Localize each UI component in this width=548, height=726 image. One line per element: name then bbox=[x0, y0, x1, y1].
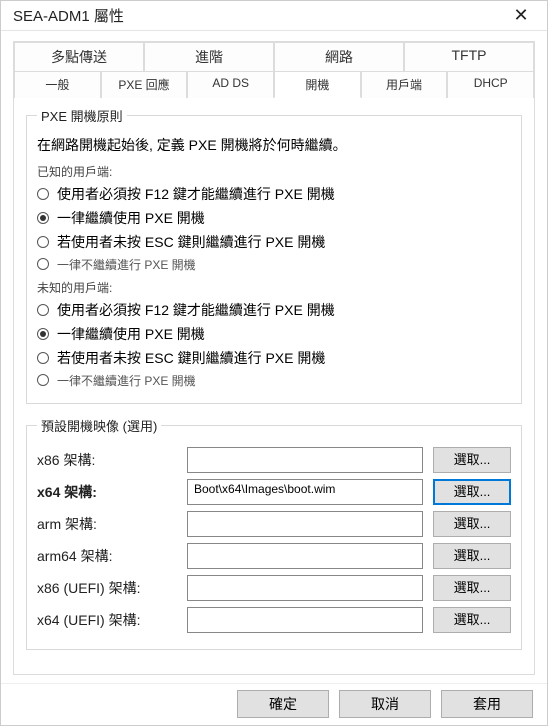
radio-label: 一律繼續使用 PXE 開機 bbox=[57, 324, 205, 344]
tab-進階[interactable]: 進階 bbox=[144, 42, 274, 71]
browse-button[interactable]: 選取... bbox=[433, 543, 511, 569]
tab-body-boot: PXE 開機原則 在網路開機起始後, 定義 PXE 開機將於何時繼續。 已知的用… bbox=[14, 97, 534, 674]
content-area: 多點傳送進階網路TFTP 一般PXE 回應AD DS開機用戶端DHCP PXE … bbox=[1, 31, 547, 683]
tab-用戶端[interactable]: 用戶端 bbox=[361, 71, 448, 98]
image-label: arm 架構: bbox=[37, 514, 187, 534]
radio-label: 一律不繼續進行 PXE 開機 bbox=[57, 256, 196, 273]
tab-row-1: 多點傳送進階網路TFTP bbox=[14, 42, 534, 71]
browse-button[interactable]: 選取... bbox=[433, 607, 511, 633]
dialog-buttons: 確定 取消 套用 bbox=[1, 683, 547, 725]
known-clients-label: 已知的用戶端: bbox=[37, 163, 511, 180]
radio-icon bbox=[37, 328, 49, 340]
radio-label: 一律不繼續進行 PXE 開機 bbox=[57, 372, 196, 389]
image-path-input[interactable] bbox=[187, 543, 423, 569]
image-row-1: x64 架構:Boot\x64\Images\boot.wim 選取... bbox=[37, 479, 511, 505]
image-path-input[interactable] bbox=[187, 607, 423, 633]
cancel-button[interactable]: 取消 bbox=[339, 690, 431, 718]
image-row-3: arm64 架構: 選取... bbox=[37, 543, 511, 569]
apply-button[interactable]: 套用 bbox=[441, 690, 533, 718]
browse-button[interactable]: 選取... bbox=[433, 575, 511, 601]
unknown-radios: 使用者必須按 F12 鍵才能繼續進行 PXE 開機一律繼續使用 PXE 開機若使… bbox=[37, 300, 511, 389]
radio-icon bbox=[37, 188, 49, 200]
radio-label: 若使用者未按 ESC 鍵則繼續進行 PXE 開機 bbox=[57, 348, 325, 368]
radio-label: 使用者必須按 F12 鍵才能繼續進行 PXE 開機 bbox=[57, 300, 335, 320]
image-label: x64 (UEFI) 架構: bbox=[37, 610, 187, 630]
known-option-3[interactable]: 一律不繼續進行 PXE 開機 bbox=[37, 256, 511, 273]
image-path-input[interactable] bbox=[187, 447, 423, 473]
image-row-2: arm 架構: 選取... bbox=[37, 511, 511, 537]
browse-button[interactable]: 選取... bbox=[433, 447, 511, 473]
known-option-1[interactable]: 一律繼續使用 PXE 開機 bbox=[37, 208, 511, 228]
unknown-option-1[interactable]: 一律繼續使用 PXE 開機 bbox=[37, 324, 511, 344]
radio-icon bbox=[37, 352, 49, 364]
tab-多點傳送[interactable]: 多點傳送 bbox=[14, 42, 144, 71]
default-images-legend: 預設開機映像 (選用) bbox=[37, 416, 161, 435]
pxe-policy-intro: 在網路開機起始後, 定義 PXE 開機將於何時繼續。 bbox=[37, 135, 511, 155]
unknown-clients-label: 未知的用戶端: bbox=[37, 279, 511, 296]
pxe-policy-legend: PXE 開機原則 bbox=[37, 106, 127, 125]
known-radios: 使用者必須按 F12 鍵才能繼續進行 PXE 開機一律繼續使用 PXE 開機若使… bbox=[37, 184, 511, 273]
image-row-5: x64 (UEFI) 架構: 選取... bbox=[37, 607, 511, 633]
tabs-area: 多點傳送進階網路TFTP 一般PXE 回應AD DS開機用戶端DHCP PXE … bbox=[13, 41, 535, 675]
image-label: x64 架構: bbox=[37, 482, 187, 502]
tab-DHCP[interactable]: DHCP bbox=[447, 71, 534, 98]
tab-網路[interactable]: 網路 bbox=[274, 42, 404, 71]
ok-button[interactable]: 確定 bbox=[237, 690, 329, 718]
image-row-0: x86 架構: 選取... bbox=[37, 447, 511, 473]
tab-一般[interactable]: 一般 bbox=[14, 71, 101, 98]
titlebar: SEA-ADM1 屬性 ✕ bbox=[1, 1, 547, 31]
browse-button[interactable]: 選取... bbox=[433, 511, 511, 537]
image-path-input[interactable] bbox=[187, 575, 423, 601]
browse-button[interactable]: 選取... bbox=[433, 479, 511, 505]
image-label: x86 架構: bbox=[37, 450, 187, 470]
image-path-input[interactable] bbox=[187, 511, 423, 537]
pxe-policy-group: PXE 開機原則 在網路開機起始後, 定義 PXE 開機將於何時繼續。 已知的用… bbox=[26, 106, 522, 404]
tab-TFTP[interactable]: TFTP bbox=[404, 42, 534, 71]
image-label: arm64 架構: bbox=[37, 546, 187, 566]
radio-label: 一律繼續使用 PXE 開機 bbox=[57, 208, 205, 228]
radio-icon bbox=[37, 212, 49, 224]
tab-rows: 多點傳送進階網路TFTP 一般PXE 回應AD DS開機用戶端DHCP bbox=[14, 42, 534, 98]
default-images-group: 預設開機映像 (選用) x86 架構:選取...x64 架構:Boot\x64\… bbox=[26, 416, 522, 650]
tab-PXE 回應[interactable]: PXE 回應 bbox=[101, 71, 188, 98]
close-icon[interactable]: ✕ bbox=[503, 1, 539, 29]
tab-AD DS[interactable]: AD DS bbox=[187, 71, 274, 98]
image-rows: x86 架構:選取...x64 架構:Boot\x64\Images\boot.… bbox=[37, 447, 511, 633]
dialog-window: SEA-ADM1 屬性 ✕ 多點傳送進階網路TFTP 一般PXE 回應AD DS… bbox=[0, 0, 548, 726]
known-option-0[interactable]: 使用者必須按 F12 鍵才能繼續進行 PXE 開機 bbox=[37, 184, 511, 204]
unknown-option-2[interactable]: 若使用者未按 ESC 鍵則繼續進行 PXE 開機 bbox=[37, 348, 511, 368]
image-row-4: x86 (UEFI) 架構: 選取... bbox=[37, 575, 511, 601]
unknown-option-0[interactable]: 使用者必須按 F12 鍵才能繼續進行 PXE 開機 bbox=[37, 300, 511, 320]
radio-icon bbox=[37, 374, 49, 386]
radio-icon bbox=[37, 258, 49, 270]
radio-icon bbox=[37, 236, 49, 248]
image-label: x86 (UEFI) 架構: bbox=[37, 578, 187, 598]
tab-row-2: 一般PXE 回應AD DS開機用戶端DHCP bbox=[14, 71, 534, 98]
unknown-option-3[interactable]: 一律不繼續進行 PXE 開機 bbox=[37, 372, 511, 389]
radio-label: 使用者必須按 F12 鍵才能繼續進行 PXE 開機 bbox=[57, 184, 335, 204]
known-option-2[interactable]: 若使用者未按 ESC 鍵則繼續進行 PXE 開機 bbox=[37, 232, 511, 252]
image-path-input[interactable]: Boot\x64\Images\boot.wim bbox=[187, 479, 423, 505]
window-title: SEA-ADM1 屬性 bbox=[13, 5, 503, 26]
radio-label: 若使用者未按 ESC 鍵則繼續進行 PXE 開機 bbox=[57, 232, 325, 252]
tab-開機[interactable]: 開機 bbox=[274, 71, 361, 98]
radio-icon bbox=[37, 304, 49, 316]
